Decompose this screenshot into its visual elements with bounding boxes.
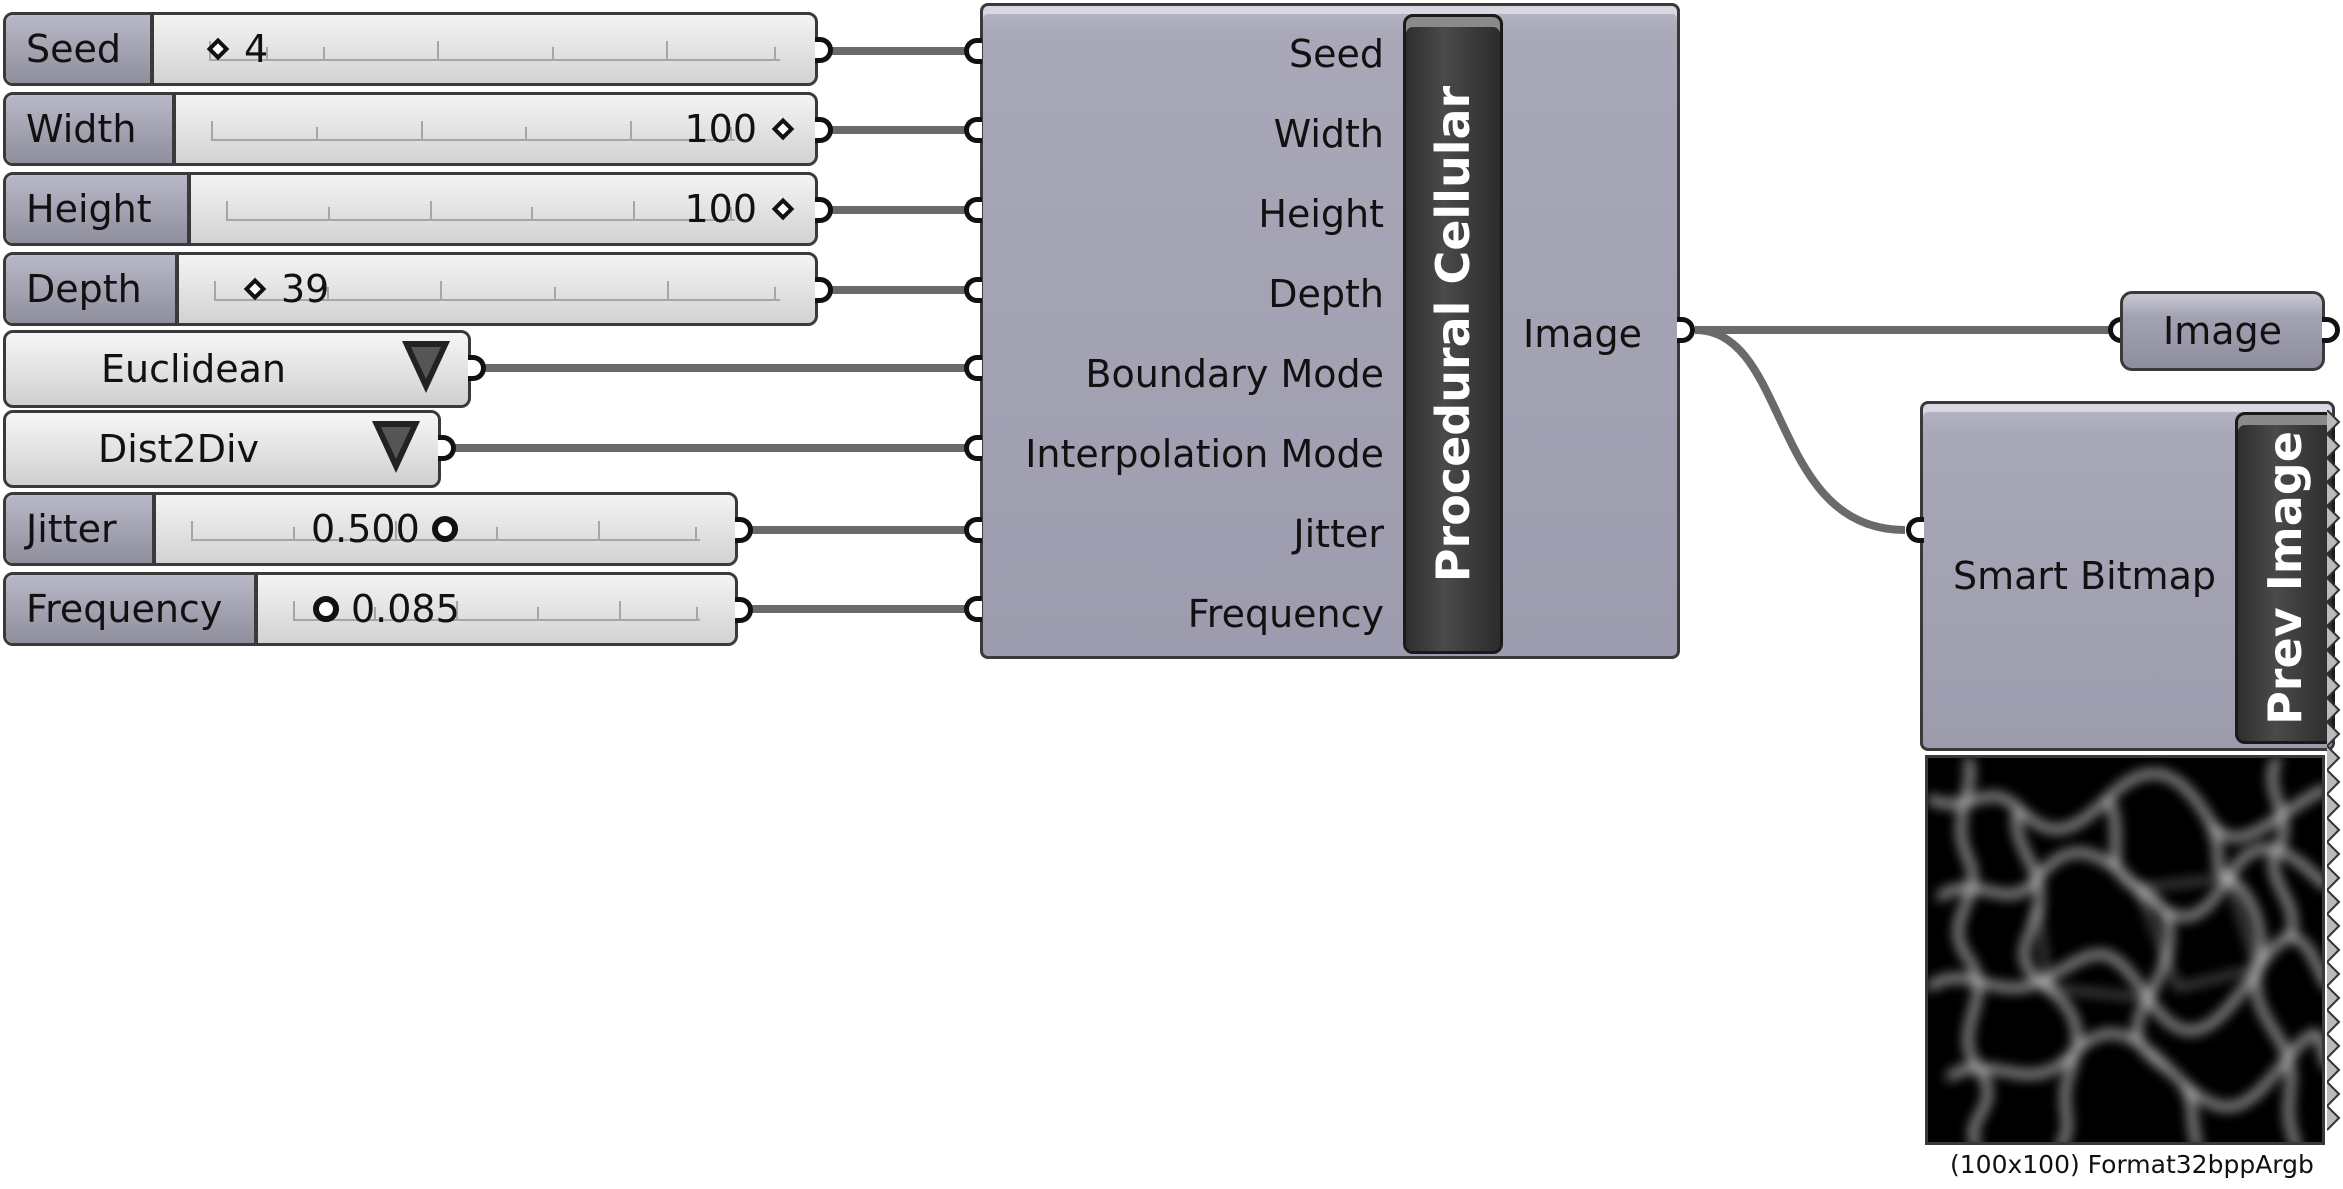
- input-seed-label: Seed: [1289, 32, 1384, 76]
- jitter-slider-label: Jitter: [6, 495, 156, 563]
- jitter-slider-value: 0.500: [311, 507, 420, 551]
- output-image-label: Image: [1523, 312, 1643, 356]
- depth-slider-value: 39: [281, 267, 330, 311]
- prev-image-title: Prev Image: [2258, 431, 2312, 725]
- frequency-slider[interactable]: Frequency 0.085: [3, 572, 738, 646]
- height-slider-value: 100: [684, 187, 757, 231]
- image-param-label: Image: [2162, 309, 2282, 353]
- slider-grip-icon[interactable]: [771, 117, 795, 141]
- slider-grip-icon[interactable]: [206, 37, 230, 61]
- width-slider-track[interactable]: 100: [176, 95, 815, 163]
- prev-image-nickname-bar[interactable]: Prev Image: [2235, 412, 2335, 744]
- frequency-slider-track[interactable]: 0.085: [258, 575, 735, 643]
- height-slider[interactable]: Height 100: [3, 172, 818, 246]
- input-boundary-mode-label: Boundary Mode: [1085, 352, 1384, 396]
- input-height-label: Height: [1258, 192, 1384, 236]
- wire-smart-bitmap: [1694, 326, 1906, 534]
- prev-image-component[interactable]: Smart Bitmap Prev Image: [1920, 401, 2335, 751]
- interpolation-mode-dropdown[interactable]: Dist2Div: [3, 410, 441, 488]
- width-slider-label: Width: [6, 95, 176, 163]
- dropdown-arrow-icon[interactable]: [372, 421, 420, 473]
- jitter-slider[interactable]: Jitter 0.500: [3, 492, 738, 566]
- slider-grip-icon[interactable]: [243, 277, 267, 301]
- image-param[interactable]: Image: [2120, 291, 2325, 371]
- cellular-noise-texture: [1928, 758, 2322, 1142]
- procedural-cellular-title: Procedural Cellular: [1426, 85, 1480, 583]
- slider-grip-icon[interactable]: [431, 516, 458, 542]
- procedural-cellular-component[interactable]: Seed Width Height Depth Boundary Mode In…: [980, 3, 1680, 659]
- preview-output-edge: [2327, 410, 2341, 1131]
- height-slider-label: Height: [6, 175, 191, 243]
- dropdown-arrow-icon[interactable]: [402, 341, 450, 393]
- interpolation-mode-value: Dist2Div: [98, 427, 259, 471]
- input-frequency-label: Frequency: [1187, 592, 1384, 636]
- width-slider[interactable]: Width 100: [3, 92, 818, 166]
- slider-grip-icon[interactable]: [771, 197, 795, 221]
- smart-bitmap-input-label: Smart Bitmap: [1953, 554, 2216, 598]
- depth-slider-track[interactable]: 39: [179, 255, 815, 323]
- input-jitter-label: Jitter: [1293, 512, 1384, 556]
- width-slider-value: 100: [684, 107, 757, 151]
- seed-slider-track[interactable]: 4: [154, 15, 815, 83]
- bitmap-preview-image: [1925, 755, 2325, 1145]
- height-slider-track[interactable]: 100: [191, 175, 815, 243]
- depth-slider[interactable]: Depth 39: [3, 252, 818, 326]
- input-depth-label: Depth: [1268, 272, 1384, 316]
- frequency-slider-label: Frequency: [6, 575, 258, 643]
- slider-grip-icon[interactable]: [313, 596, 339, 622]
- input-interpolation-mode-label: Interpolation Mode: [1025, 432, 1384, 476]
- boundary-mode-dropdown[interactable]: Euclidean: [3, 330, 471, 408]
- depth-slider-label: Depth: [6, 255, 179, 323]
- jitter-slider-track[interactable]: 0.500: [156, 495, 735, 563]
- procedural-cellular-nickname-bar[interactable]: Procedural Cellular: [1403, 14, 1503, 654]
- frequency-slider-value: 0.085: [351, 587, 460, 631]
- seed-slider[interactable]: Seed 4: [3, 12, 818, 86]
- boundary-mode-value: Euclidean: [101, 347, 286, 391]
- seed-slider-value: 4: [244, 27, 269, 71]
- bitmap-format-caption: (100x100) Format32bppArgb: [1950, 1150, 2314, 1179]
- input-width-label: Width: [1273, 112, 1384, 156]
- seed-slider-label: Seed: [6, 15, 154, 83]
